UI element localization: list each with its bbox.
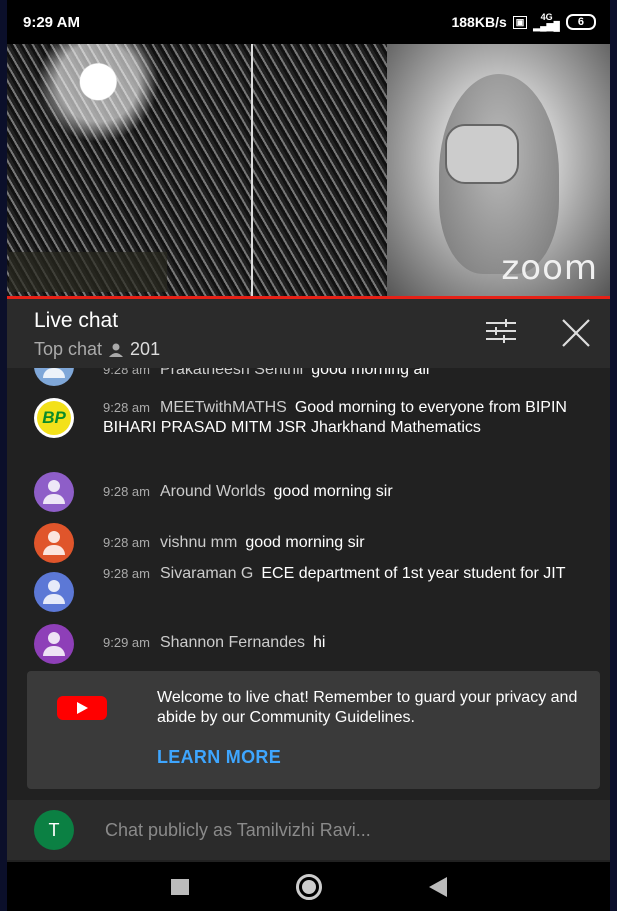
avatar[interactable] (34, 572, 74, 612)
image-caption-box (9, 252, 167, 292)
live-chat-header: Live chat Top chat 201 (7, 299, 610, 368)
author-name[interactable]: Prakatheesh Senthil (160, 368, 303, 378)
recents-icon[interactable] (170, 878, 189, 895)
message-text: good morning sir (245, 534, 365, 551)
home-icon[interactable] (295, 873, 322, 900)
youtube-logo-icon (57, 696, 107, 720)
learn-more-button[interactable]: LEARN MORE (157, 747, 281, 768)
chat-input[interactable] (103, 818, 527, 842)
live-chat-title: Live chat (34, 309, 119, 332)
message-text: good morning sir (273, 483, 393, 500)
battery-icon: 6 (565, 14, 596, 30)
filter-settings-icon[interactable] (484, 317, 518, 345)
network-speed: 188KB/s (451, 14, 507, 30)
app-frame: 9:29 AM 188KB/s ▣ 4G ▂▄▆█ 6 zoom Live cha… (7, 0, 610, 911)
chat-message: 9:28 am vishnu mm good morning sir (34, 523, 590, 563)
portrait-sketch-image: zoom (387, 44, 610, 296)
author-name[interactable]: Around Worlds (160, 483, 266, 500)
video-player[interactable]: zoom (7, 44, 610, 296)
status-time: 9:29 AM (23, 13, 80, 31)
chat-message-list[interactable]: 9:28 am Prakatheesh Senthil good morning a… (7, 368, 610, 668)
avatar[interactable] (34, 368, 74, 386)
welcome-banner: Welcome to live chat! Remember to guard … (27, 671, 600, 789)
author-name[interactable]: vishnu mm (160, 534, 237, 551)
message-text: hi (312, 634, 326, 651)
avatar[interactable] (34, 472, 74, 512)
author-name[interactable]: Shannon Fernandes (160, 634, 305, 651)
chat-input-bar: T (7, 800, 610, 860)
volte-icon: ▣ (512, 15, 528, 29)
tree-drawing-image (7, 44, 387, 296)
top-chat-selector[interactable]: Top chat (34, 339, 102, 360)
author-name[interactable]: Sivaraman G (160, 565, 253, 582)
chat-message: BP 9:28 am MEETwithMATHS Good morning to e… (34, 398, 590, 438)
welcome-text: Welcome to live chat! Remember to guard … (157, 689, 578, 726)
message-text: ECE department of 1st year student for J… (261, 565, 566, 582)
user-avatar[interactable]: T (34, 810, 74, 850)
signal-icon: 4G ▂▄▆█ (533, 12, 560, 31)
chat-message: 9:29 am Shannon Fernandes hi (34, 624, 590, 664)
chat-message: 9:28 am Around Worlds good morning sir (34, 472, 590, 512)
android-nav-bar (7, 862, 610, 911)
chat-message: 9:28 am Sivaraman G ECE department of 1st … (34, 564, 590, 612)
person-icon (109, 343, 124, 357)
avatar[interactable] (34, 624, 74, 664)
author-name[interactable]: MEETwithMATHS (160, 399, 287, 416)
back-icon[interactable] (428, 876, 447, 897)
avatar[interactable]: BP (34, 398, 74, 438)
chat-message: 9:28 am Prakatheesh Senthil good morning a… (34, 368, 590, 386)
close-icon[interactable] (560, 317, 592, 349)
avatar[interactable] (34, 523, 74, 563)
message-text: good morning all (311, 368, 430, 378)
zoom-watermark: zoom (501, 248, 598, 288)
viewer-count: 201 (130, 339, 161, 359)
status-bar: 9:29 AM 188KB/s ▣ 4G ▂▄▆█ 6 (7, 0, 610, 44)
